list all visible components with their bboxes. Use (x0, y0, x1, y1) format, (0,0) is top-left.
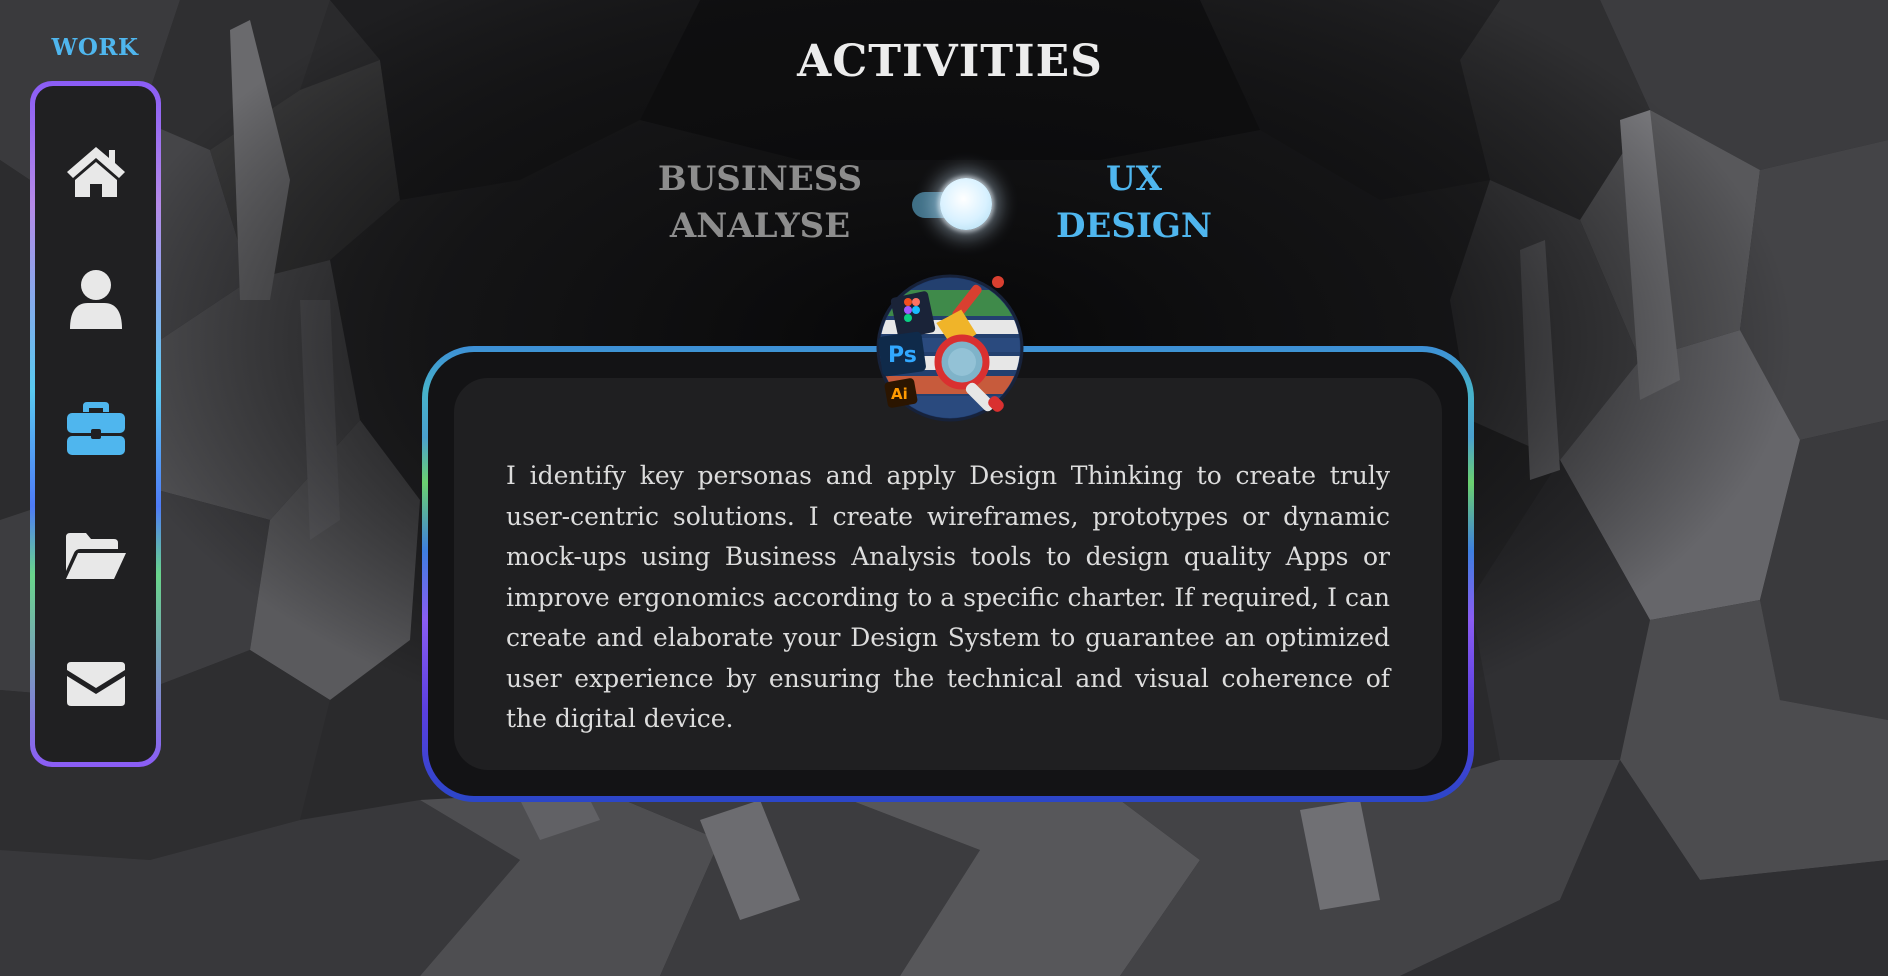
nav-home-button[interactable] (35, 127, 156, 217)
business-analyse-label-line1: BUSINESS (657, 159, 863, 199)
nav-profile-button[interactable] (35, 255, 156, 345)
nav-section-label: WORK (51, 34, 139, 61)
photoshop-badge-text: Ps (888, 343, 917, 368)
side-nav-panel (35, 86, 156, 762)
side-nav (30, 81, 161, 767)
activity-card-body: I identify key personas and apply Design… (454, 378, 1442, 770)
ux-design-label-line1: UX (1105, 159, 1163, 199)
home-icon (66, 147, 125, 197)
briefcase-icon (66, 402, 125, 455)
activity-description: I identify key personas and apply Design… (506, 461, 1390, 733)
folder-open-icon (65, 533, 126, 579)
nav-portfolio-button[interactable] (35, 511, 156, 601)
envelope-icon (66, 662, 125, 706)
business-analyse-option[interactable]: BUSINESS ANALYSE (640, 156, 880, 250)
nav-contact-button[interactable] (35, 639, 156, 729)
illustrator-badge-text: Ai (891, 385, 908, 403)
ux-design-tools-icon: Ps Ai (876, 274, 1024, 422)
toggle-knob[interactable] (940, 178, 992, 230)
business-analyse-label-line2: ANALYSE (669, 206, 851, 246)
page-title: ACTIVITIES (797, 36, 1103, 87)
nav-work-button[interactable] (35, 383, 156, 473)
ux-design-option[interactable]: UX DESIGN (1014, 156, 1254, 250)
activity-toggle-switch[interactable] (912, 178, 992, 230)
ux-design-label-line2: DESIGN (1056, 206, 1212, 246)
user-icon (69, 270, 122, 329)
